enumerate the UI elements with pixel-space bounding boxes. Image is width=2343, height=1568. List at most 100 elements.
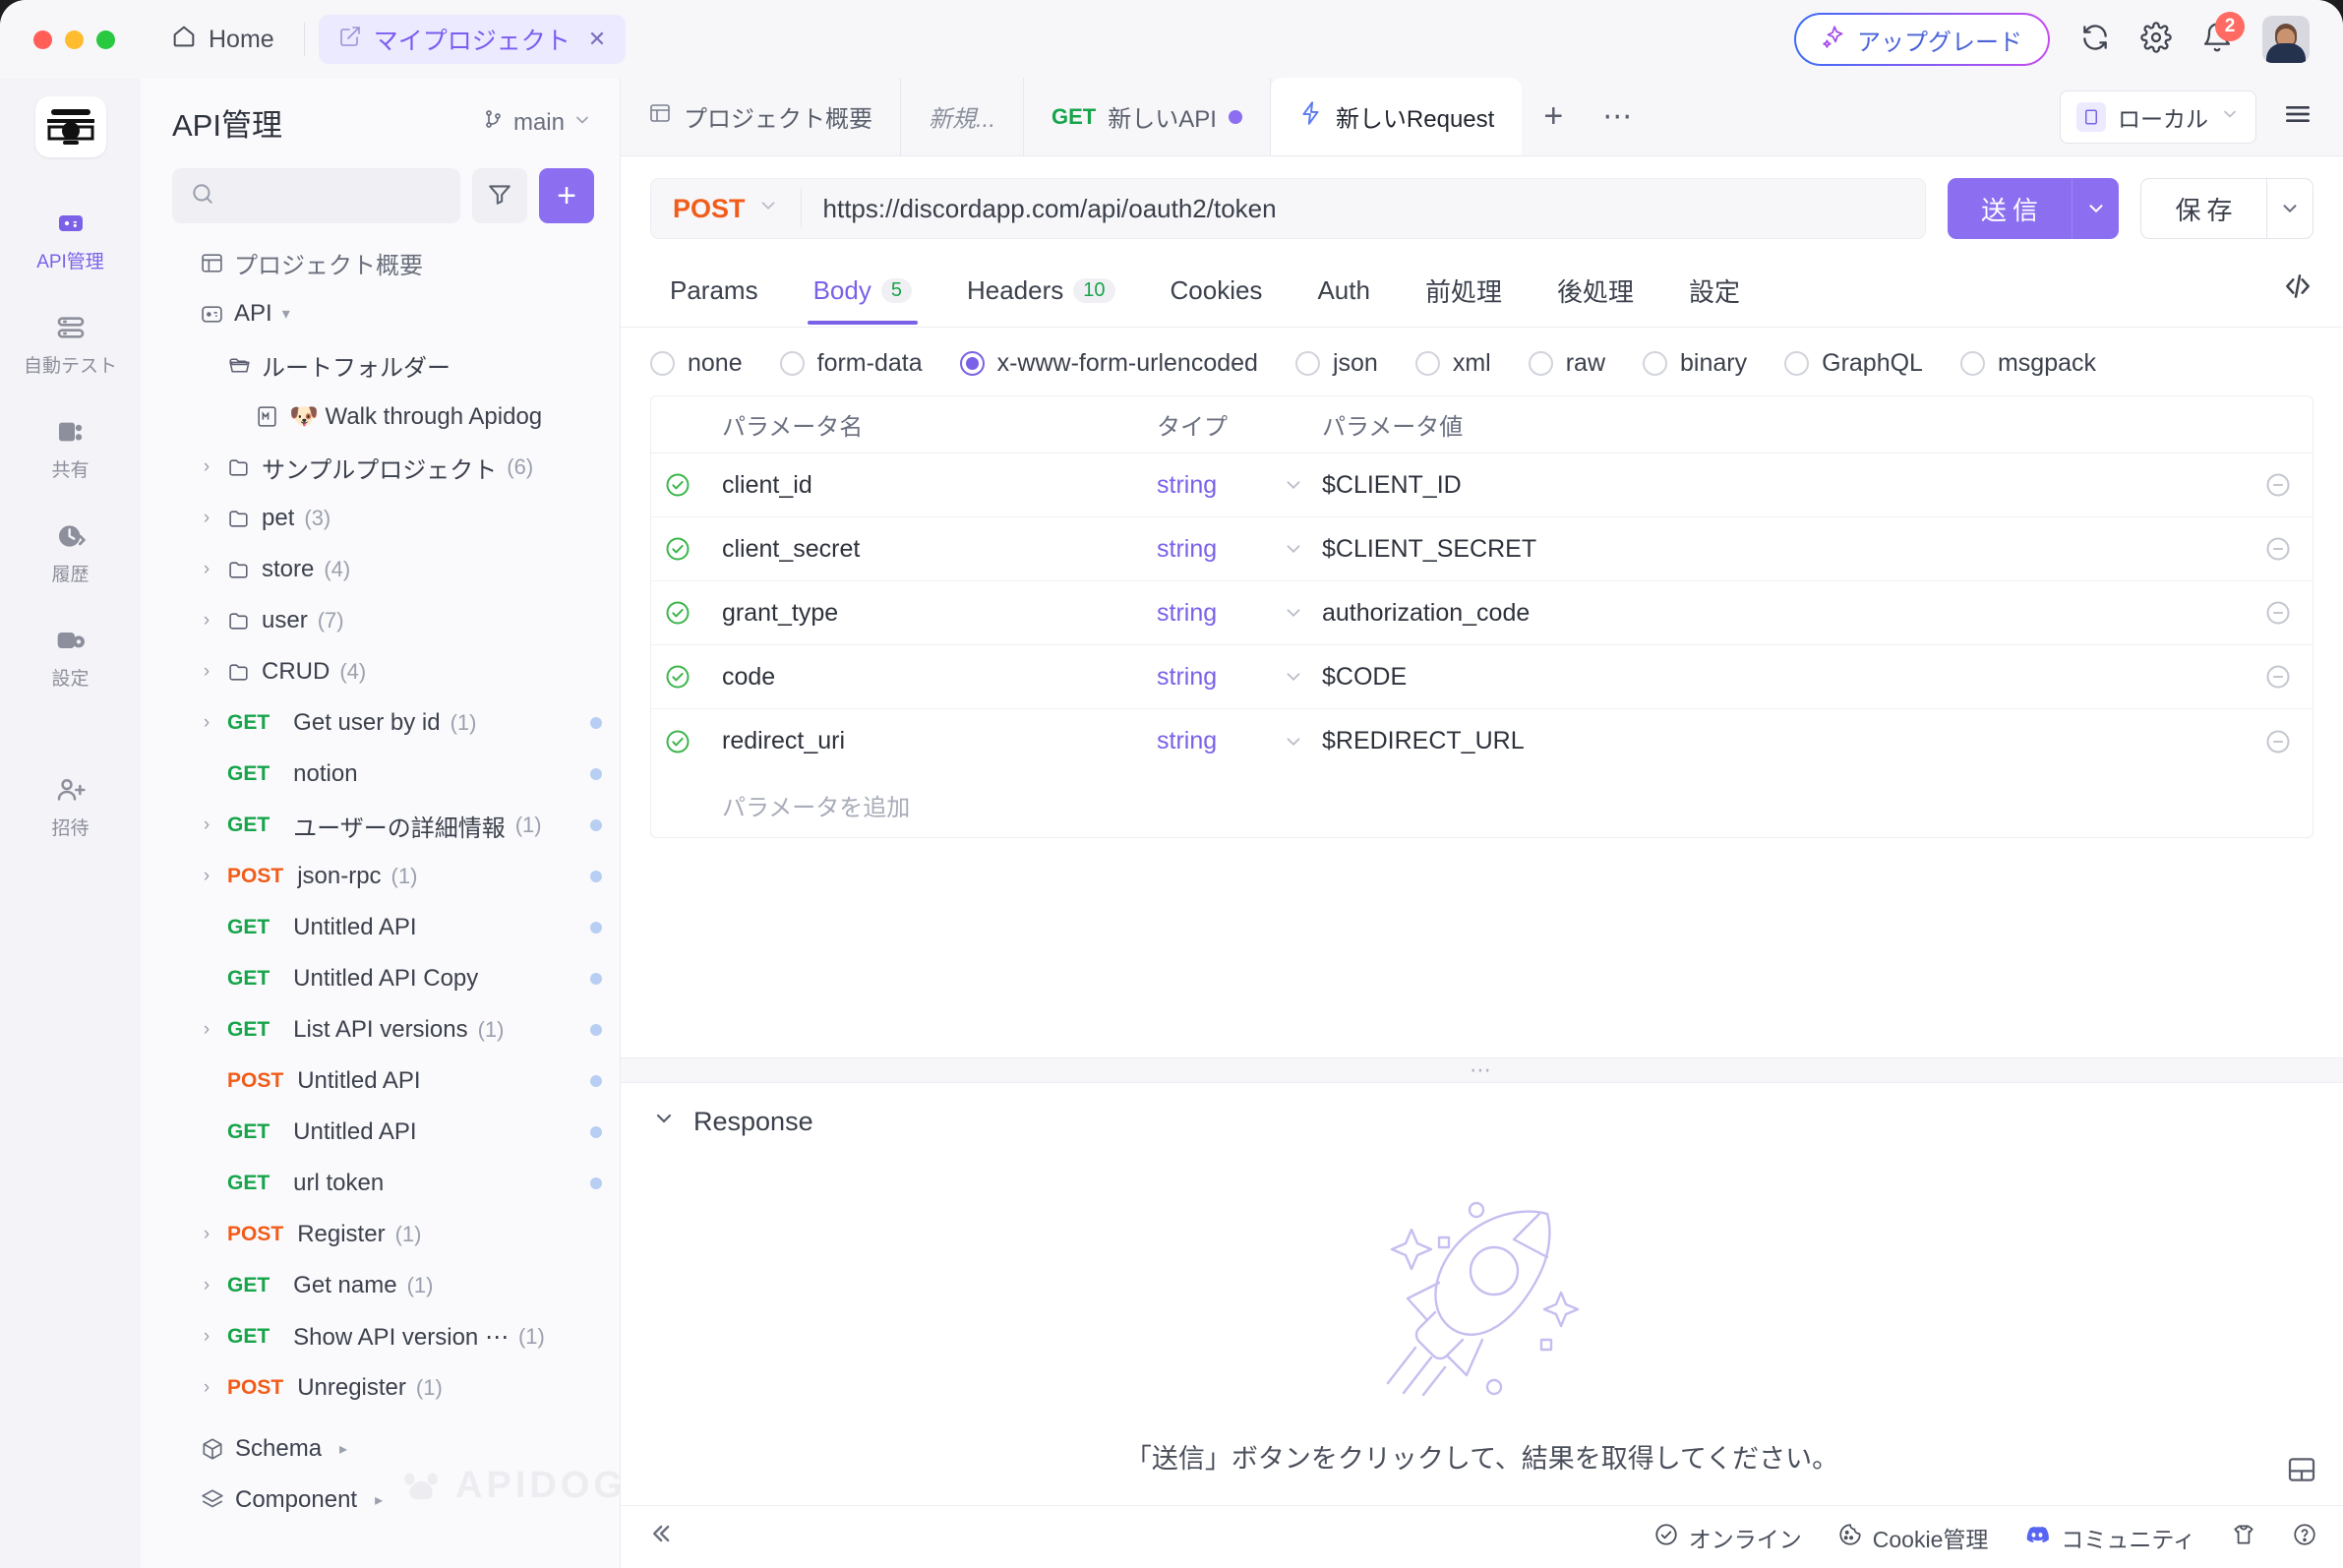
radio-icon[interactable] xyxy=(779,351,805,376)
chevron-down-icon[interactable] xyxy=(1265,474,1322,496)
tab-cookies[interactable]: Cookies xyxy=(1151,264,1283,324)
body-type-json[interactable]: json xyxy=(1294,349,1378,378)
body-type-graphql[interactable]: GraphQL xyxy=(1784,349,1923,378)
sidebar-tree-item[interactable]: ›ルートフォルダー xyxy=(141,339,620,391)
remove-param-button[interactable] xyxy=(2244,471,2313,499)
sidebar-tree-item[interactable]: › GET Show API version ⋯ (1) xyxy=(141,1311,620,1362)
sidebar-tree-item[interactable]: › POST Unregister (1) xyxy=(141,1362,620,1414)
sidebar-item-component[interactable]: Component ▸ xyxy=(141,1475,620,1526)
sidebar-tree-item[interactable]: › GET Get name (1) xyxy=(141,1260,620,1311)
sidebar-item-settings[interactable]: 設定 xyxy=(0,608,141,712)
param-value-input[interactable]: $CODE xyxy=(1322,663,2244,692)
param-value-input[interactable]: $REDIRECT_URL xyxy=(1322,727,2244,755)
sidebar-tree-item[interactable]: › GET ユーザーの詳細情報 (1) xyxy=(141,800,620,851)
sidebar-group-api[interactable]: API ▾ xyxy=(141,288,620,339)
sidebar-tree-item[interactable]: ›GETurl token xyxy=(141,1158,620,1209)
radio-icon[interactable] xyxy=(1528,351,1553,376)
status-community[interactable]: コミュニティ xyxy=(2023,1521,2195,1554)
notifications-button[interactable]: 2 xyxy=(2201,11,2245,58)
chevron-right-icon[interactable]: › xyxy=(196,712,217,734)
sidebar-item-api-management[interactable]: API管理 xyxy=(0,191,141,295)
send-options-button[interactable] xyxy=(2072,178,2119,239)
upgrade-button[interactable]: アップグレード xyxy=(1794,13,2050,66)
chevron-down-icon[interactable] xyxy=(1265,666,1322,688)
radio-icon[interactable] xyxy=(959,351,985,376)
url-field[interactable]: POST https://discordapp.com/api/oauth2/t… xyxy=(650,178,1926,239)
table-row[interactable]: grant_type string authorization_code xyxy=(651,581,2313,645)
tab-auth[interactable]: Auth xyxy=(1297,264,1390,324)
param-value-input[interactable]: $CLIENT_SECRET xyxy=(1322,535,2244,564)
param-name-input[interactable]: redirect_uri xyxy=(704,727,1157,755)
body-type-msgpack[interactable]: msgpack xyxy=(1959,349,2096,378)
generate-code-button[interactable] xyxy=(2282,271,2313,317)
radio-icon[interactable] xyxy=(1643,351,1668,376)
chevron-right-icon[interactable]: › xyxy=(196,1019,217,1041)
sidebar-tree-item[interactable]: › pet (3) xyxy=(141,493,620,544)
chevron-right-icon[interactable]: › xyxy=(196,1326,217,1348)
sidebar-tree-item[interactable]: ›POSTUntitled API xyxy=(141,1055,620,1107)
chevron-right-icon[interactable]: › xyxy=(196,559,217,580)
environment-selector[interactable]: ローカル xyxy=(2060,90,2256,144)
add-param-row[interactable]: パラメータを追加 xyxy=(651,773,2313,837)
method-selector[interactable]: POST xyxy=(651,194,801,224)
table-row[interactable]: code string $CODE xyxy=(651,645,2313,709)
radio-icon[interactable] xyxy=(650,351,675,376)
url-input[interactable]: https://discordapp.com/api/oauth2/token xyxy=(802,194,1277,224)
status-cookie-manager[interactable]: Cookie管理 xyxy=(1837,1521,1988,1554)
tab-project-overview[interactable]: プロジェクト概要 xyxy=(621,78,901,155)
tab-new-request[interactable]: 新しいRequest xyxy=(1270,78,1523,155)
sidebar-item-automated-test[interactable]: 自動テスト xyxy=(0,295,141,399)
body-type-form-data[interactable]: form-data xyxy=(779,349,923,378)
chevron-right-icon[interactable]: › xyxy=(196,610,217,632)
param-type-select[interactable]: string xyxy=(1157,535,1265,564)
param-type-select[interactable]: string xyxy=(1157,663,1265,692)
sidebar-tree-item[interactable]: ›🐶 Walk through Apidog xyxy=(141,391,620,442)
remove-param-button[interactable] xyxy=(2244,728,2313,755)
sync-button[interactable] xyxy=(2079,22,2111,58)
param-name-input[interactable]: client_id xyxy=(704,471,1157,500)
merch-button[interactable] xyxy=(2231,1522,2256,1553)
radio-icon[interactable] xyxy=(1959,351,1985,376)
close-window-button[interactable] xyxy=(33,30,52,49)
response-header[interactable]: Response xyxy=(621,1083,2343,1160)
table-row[interactable]: client_id string $CLIENT_ID xyxy=(651,453,2313,517)
send-button[interactable]: 送信 xyxy=(1948,178,2072,239)
radio-icon[interactable] xyxy=(1784,351,1810,376)
project-tab[interactable]: マイプロジェクト ✕ xyxy=(318,15,627,64)
sidebar-tree-item[interactable]: › user (7) xyxy=(141,595,620,646)
tab-new-api[interactable]: GET 新しいAPI xyxy=(1024,78,1271,155)
layout-panel-button[interactable] xyxy=(2286,1454,2317,1490)
chevron-right-icon[interactable]: › xyxy=(196,1224,217,1245)
table-row[interactable]: redirect_uri string $REDIRECT_URL xyxy=(651,709,2313,773)
sidebar-item-share[interactable]: 共有 xyxy=(0,399,141,504)
tab-body[interactable]: Body 5 xyxy=(794,264,931,325)
add-tab-button[interactable]: + xyxy=(1522,78,1585,155)
body-type-x-www-form-urlencoded[interactable]: x-www-form-urlencoded xyxy=(959,349,1258,378)
param-name-input[interactable]: grant_type xyxy=(704,599,1157,628)
chevron-down-icon[interactable] xyxy=(1265,538,1322,560)
param-enabled-checkbox[interactable] xyxy=(651,599,704,627)
param-enabled-checkbox[interactable] xyxy=(651,535,704,563)
sidebar-tree-item[interactable]: ›GETUntitled API xyxy=(141,1107,620,1158)
body-type-binary[interactable]: binary xyxy=(1643,349,1747,378)
param-enabled-checkbox[interactable] xyxy=(651,728,704,755)
remove-param-button[interactable] xyxy=(2244,535,2313,563)
app-logo[interactable] xyxy=(34,96,106,157)
sidebar-tree-item[interactable]: ›GETUntitled API Copy xyxy=(141,953,620,1004)
chevron-right-icon[interactable]: › xyxy=(196,661,217,683)
chevron-down-icon[interactable] xyxy=(1265,602,1322,624)
chevron-right-icon[interactable]: › xyxy=(196,1377,217,1399)
search-input[interactable] xyxy=(172,168,460,223)
table-row[interactable]: client_secret string $CLIENT_SECRET xyxy=(651,517,2313,581)
param-type-select[interactable]: string xyxy=(1157,727,1265,755)
tab-設定[interactable]: 設定 xyxy=(1669,261,1760,327)
body-type-none[interactable]: none xyxy=(650,349,743,378)
settings-button[interactable] xyxy=(2140,21,2172,58)
tab-headers[interactable]: Headers 10 xyxy=(947,264,1135,324)
chevron-right-icon[interactable]: › xyxy=(196,508,217,529)
panel-splitter[interactable]: ⋯ xyxy=(621,1057,2343,1083)
param-value-input[interactable]: authorization_code xyxy=(1322,599,2244,628)
param-name-input[interactable]: client_secret xyxy=(704,535,1157,564)
sidebar-tree-item[interactable]: › POST json-rpc (1) xyxy=(141,851,620,902)
more-tabs-button[interactable]: ⋯ xyxy=(1585,78,1652,155)
